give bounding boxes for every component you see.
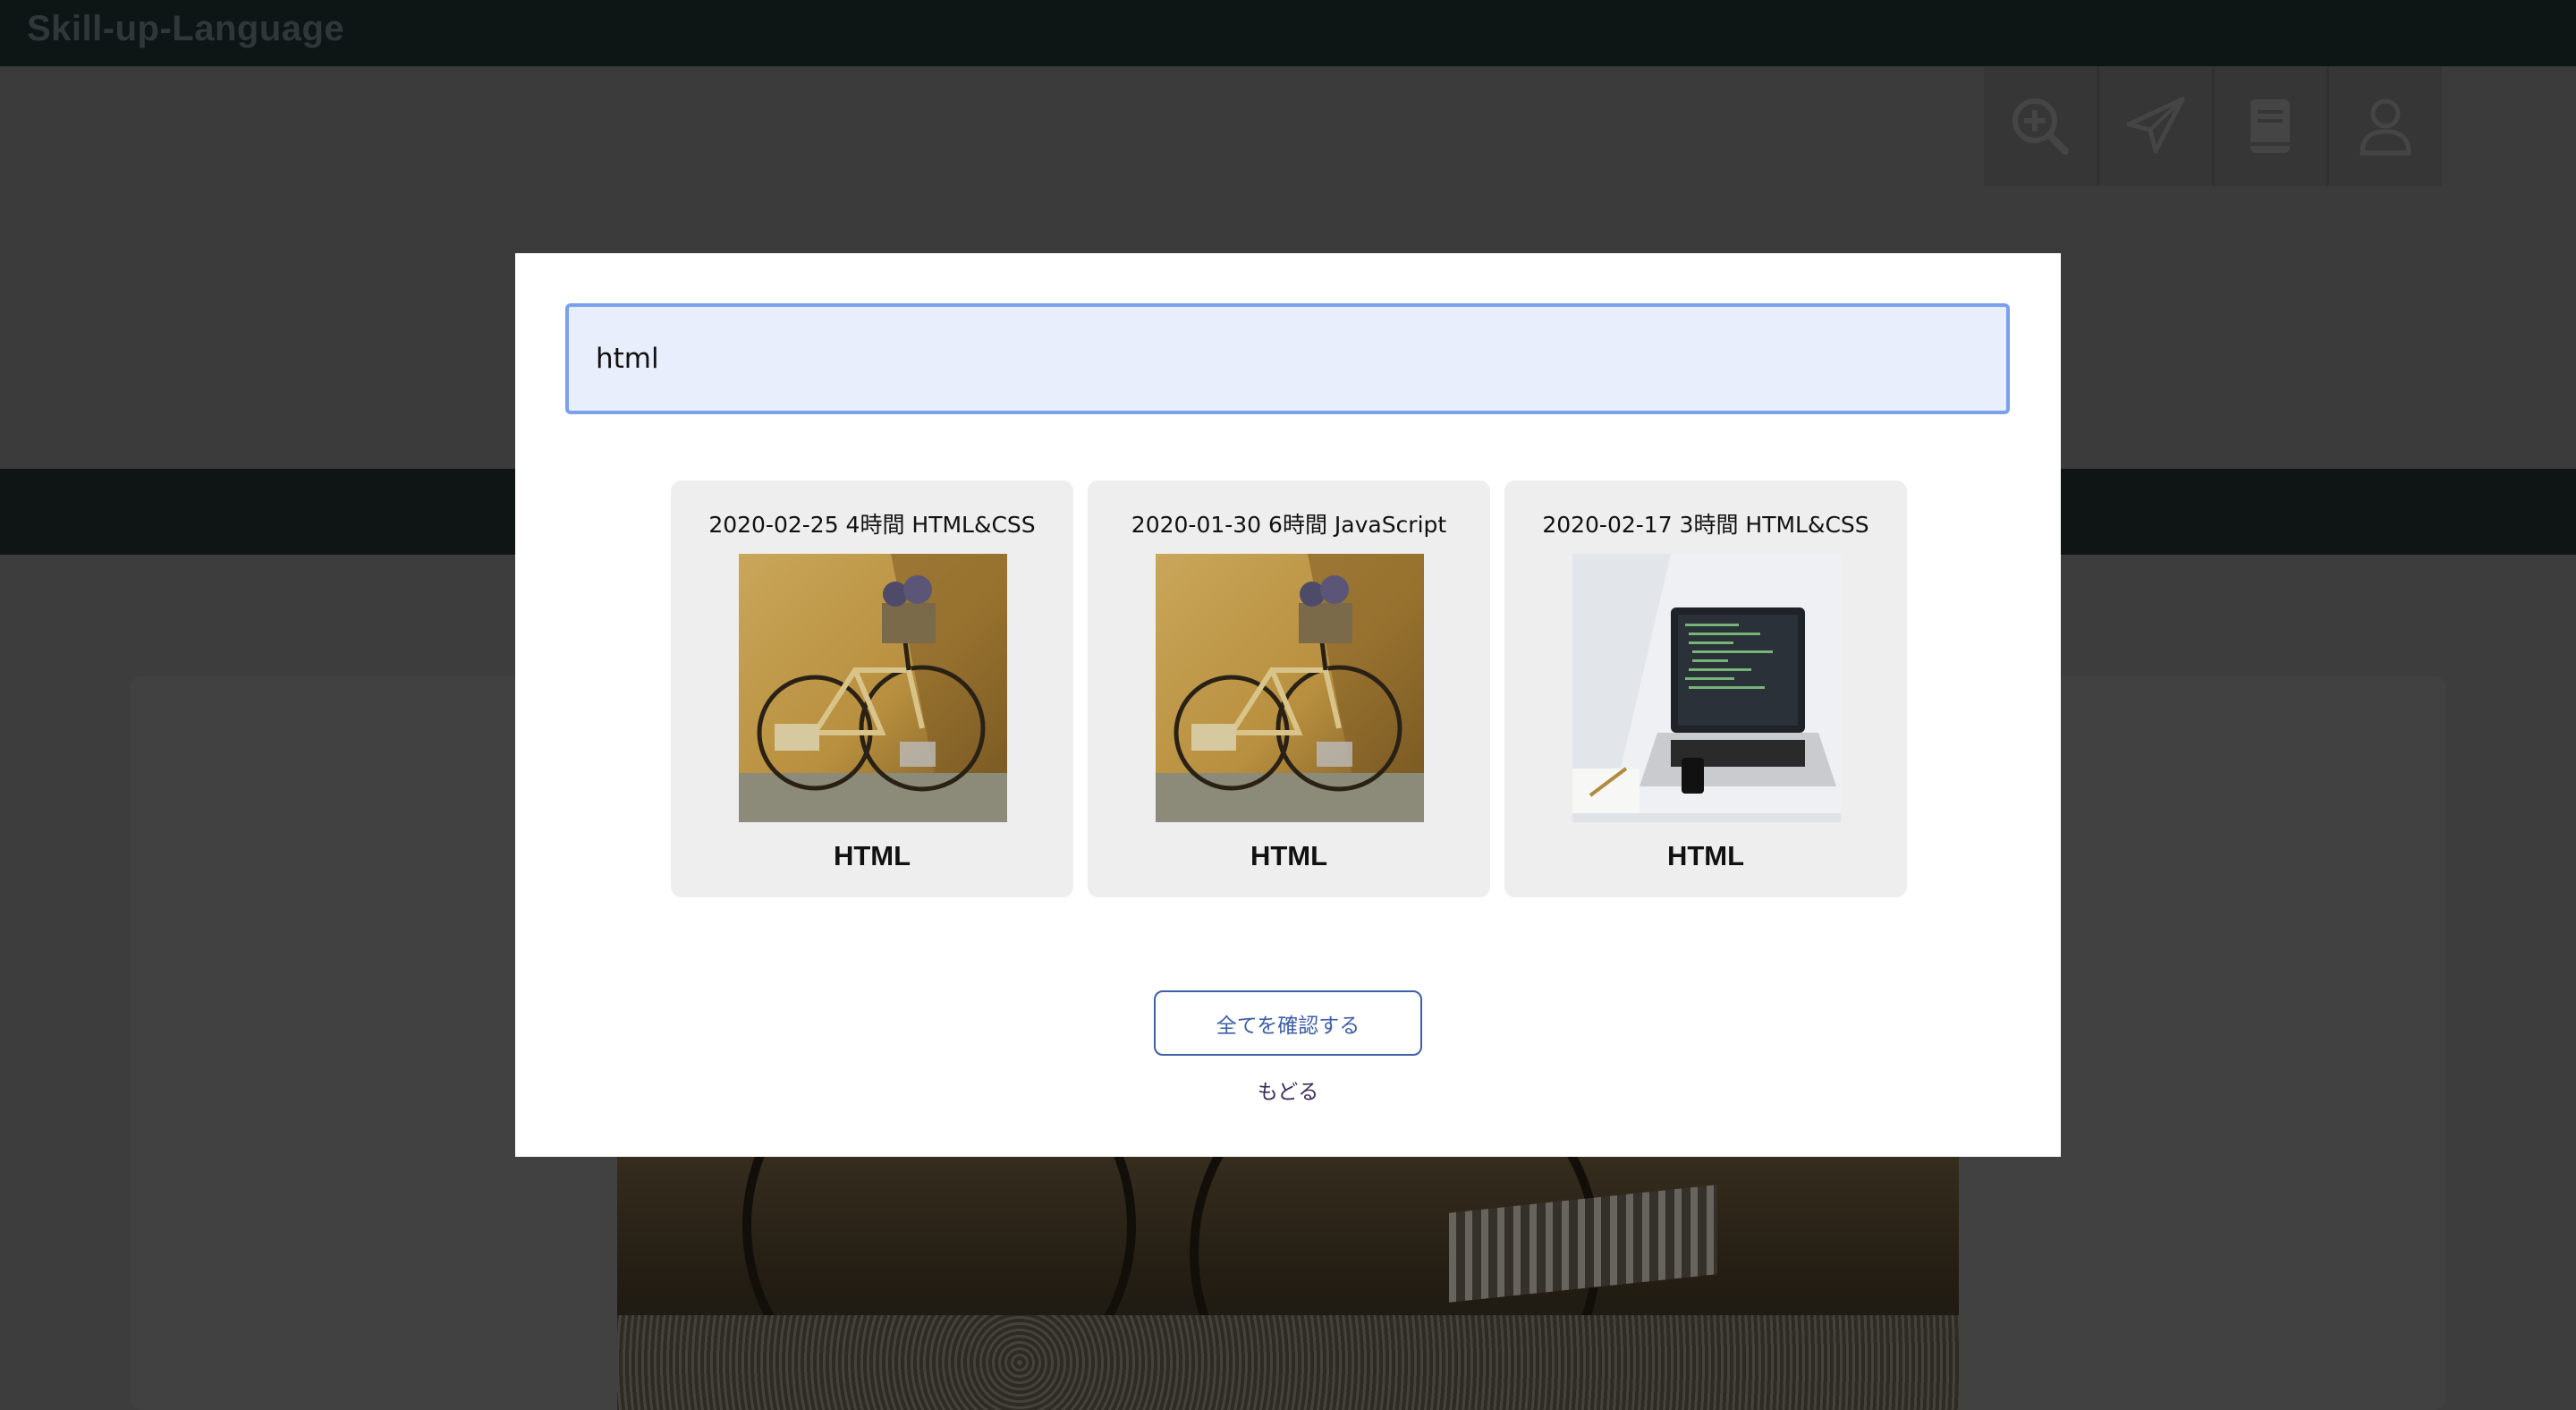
- bicycle-thumbnail: [739, 554, 1007, 822]
- view-all-button[interactable]: 全てを確認する: [1154, 990, 1422, 1056]
- search-input[interactable]: [565, 303, 2010, 414]
- result-meta: 2020-02-17 3時間 HTML&CSS: [1542, 512, 1869, 538]
- bicycle-thumbnail: [1156, 554, 1424, 822]
- result-title: HTML: [1250, 840, 1328, 871]
- result-meta: 2020-01-30 6時間 JavaScript: [1131, 512, 1447, 538]
- result-card[interactable]: 2020-02-25 4時間 HTML&CSS HTML: [671, 480, 1073, 897]
- search-modal: 2020-02-25 4時間 HTML&CSS: [515, 253, 2061, 1157]
- result-card[interactable]: 2020-01-30 6時間 JavaScript HTML: [1088, 480, 1490, 897]
- back-link[interactable]: もどる: [1154, 1074, 1422, 1105]
- laptop-thumbnail: [1572, 554, 1841, 822]
- search-results: 2020-02-25 4時間 HTML&CSS HTML 2020-01-30 …: [671, 480, 1907, 897]
- result-card[interactable]: 2020-02-17 3時間 HTML&CSS HTML: [1504, 480, 1907, 897]
- result-title: HTML: [833, 840, 911, 871]
- result-title: HTML: [1666, 840, 1745, 871]
- result-meta: 2020-02-25 4時間 HTML&CSS: [708, 512, 1036, 538]
